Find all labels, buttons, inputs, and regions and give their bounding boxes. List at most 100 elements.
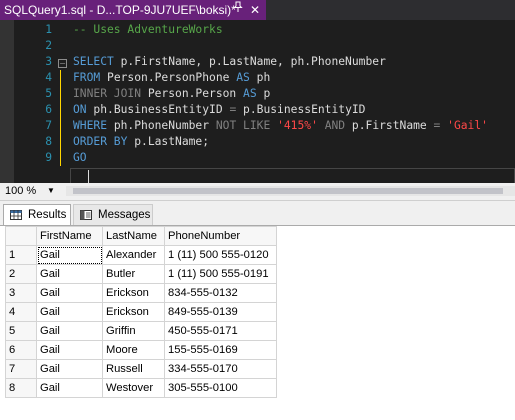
current-line-highlight (70, 168, 515, 184)
tab-messages-label: Messages (98, 209, 151, 221)
code-line[interactable]: 2 (0, 38, 515, 54)
cell-firstname[interactable]: Gail (36, 378, 103, 398)
cell-lastname[interactable]: Alexander (102, 245, 165, 265)
cell-lastname[interactable]: Russell (102, 359, 165, 379)
row-number[interactable]: 4 (5, 302, 37, 322)
cell-firstname[interactable]: Gail (36, 359, 103, 379)
line-number: 6 (45, 103, 52, 116)
code-line[interactable]: 5 INNER JOIN Person.Person AS p (0, 86, 515, 102)
query-document-tab[interactable]: SQLQuery1.sql - D...TOP-9JU7UEF\boksi)* … (0, 0, 266, 20)
column-header-firstname[interactable]: FirstName (36, 226, 103, 246)
cell-phonenumber[interactable]: 155-555-0169 (164, 340, 277, 360)
column-header-phonenumber[interactable]: PhoneNumber (164, 226, 277, 246)
zoom-dropdown[interactable]: 100 % ▼ (3, 184, 61, 198)
cell-lastname[interactable]: Erickson (102, 283, 165, 303)
table-row[interactable]: 8 Gail Westover 305-555-0100 (5, 378, 277, 398)
code-token: p.FirstName (345, 119, 434, 132)
document-tab-bar: SQLQuery1.sql - D...TOP-9JU7UEF\boksi)* … (0, 0, 515, 20)
indent-guide (60, 134, 61, 150)
code-token: ph.PhoneNumber (107, 119, 216, 132)
line-number: 2 (45, 39, 52, 52)
row-number[interactable]: 2 (5, 264, 37, 284)
indent-guide (60, 150, 61, 166)
code-line[interactable]: 6 ON ph.BusinessEntityID = p.BusinessEnti… (0, 102, 515, 118)
cell-firstname[interactable]: Gail (36, 321, 103, 341)
cell-phonenumber[interactable]: 450-555-0171 (164, 321, 277, 341)
code-token: AS (236, 71, 250, 84)
code-text: GO (73, 150, 87, 166)
line-number: 3 (45, 55, 52, 68)
line-number: 9 (45, 151, 52, 164)
row-number[interactable]: 5 (5, 321, 37, 341)
code-token: p.LastName; (127, 135, 210, 148)
tab-messages[interactable]: Messages (73, 204, 153, 225)
cell-phonenumber[interactable]: 1 (11) 500 555-0191 (164, 264, 277, 284)
cell-firstname[interactable]: Gail (36, 302, 103, 322)
code-text: -- Uses AdventureWorks (73, 22, 223, 38)
results-tab-strip: Results Messages (0, 201, 515, 226)
cell-firstname[interactable]: Gail (36, 264, 103, 284)
pin-icon[interactable] (231, 0, 245, 20)
code-token: AS (243, 87, 257, 100)
code-line[interactable]: 9 GO (0, 150, 515, 166)
cell-lastname[interactable]: Westover (102, 378, 165, 398)
editor-status-strip: 100 % ▼ (0, 183, 515, 201)
cell-lastname[interactable]: Moore (102, 340, 165, 360)
cell-firstname[interactable]: Gail (36, 245, 103, 265)
row-number[interactable]: 6 (5, 340, 37, 360)
table-row[interactable]: 5 Gail Griffin 450-555-0171 (5, 321, 277, 341)
code-text: SELECT p.FirstName, p.LastName, ph.Phone… (73, 54, 386, 70)
code-token: ON (73, 103, 87, 116)
cell-phonenumber[interactable]: 834-555-0132 (164, 283, 277, 303)
line-number: 1 (45, 23, 52, 36)
code-token: FROM (73, 71, 101, 84)
table-row[interactable]: 2 Gail Butler 1 (11) 500 555-0191 (5, 264, 277, 284)
code-line[interactable]: 4 FROM Person.PersonPhone AS ph (0, 70, 515, 86)
code-token: Person.Person (141, 87, 244, 100)
row-number[interactable]: 1 (5, 245, 37, 265)
code-token: GO (73, 151, 87, 164)
table-row[interactable]: 4 Gail Erickson 849-555-0139 (5, 302, 277, 322)
code-token: SELECT (73, 55, 114, 68)
code-text: INNER JOIN Person.Person AS p (73, 86, 270, 102)
table-row[interactable]: 7 Gail Russell 334-555-0170 (5, 359, 277, 379)
cell-phonenumber[interactable]: 849-555-0139 (164, 302, 277, 322)
cell-lastname[interactable]: Griffin (102, 321, 165, 341)
scrollbar-thumb[interactable] (73, 188, 503, 194)
line-number: 5 (45, 87, 52, 100)
code-line[interactable]: 3 SELECT p.FirstName, p.LastName, ph.Phon… (0, 54, 515, 70)
tab-results[interactable]: Results (3, 204, 71, 225)
indent-guide (60, 86, 61, 102)
table-row[interactable]: 6 Gail Moore 155-555-0169 (5, 340, 277, 360)
results-grid[interactable]: FirstName LastName PhoneNumber 1 Gail Alex… (0, 226, 515, 420)
row-number-header[interactable] (5, 226, 37, 246)
code-line[interactable]: 8 ORDER BY p.LastName; (0, 134, 515, 150)
table-row[interactable]: 3 Gail Erickson 834-555-0132 (5, 283, 277, 303)
code-line[interactable]: 1 -- Uses AdventureWorks (0, 22, 515, 38)
cell-firstname[interactable]: Gail (36, 340, 103, 360)
sql-editor[interactable]: 1 -- Uses AdventureWorks 2 3 SELECT p.FirstN… (0, 20, 515, 184)
indent-guide (60, 102, 61, 118)
cell-lastname[interactable]: Erickson (102, 302, 165, 322)
code-text: FROM Person.PersonPhone AS ph (73, 70, 270, 86)
column-header-lastname[interactable]: LastName (102, 226, 165, 246)
cell-lastname[interactable]: Butler (102, 264, 165, 284)
cell-phonenumber[interactable]: 334-555-0170 (164, 359, 277, 379)
code-token: ORDER BY (73, 135, 128, 148)
code-text: ON ph.BusinessEntityID = p.BusinessEntit… (73, 102, 365, 118)
horizontal-scrollbar[interactable] (66, 186, 515, 196)
code-line[interactable]: 7 WHERE ph.PhoneNumber NOT LIKE '415%' AN… (0, 118, 515, 134)
code-token: WHERE (73, 119, 108, 132)
cell-firstname[interactable]: Gail (36, 283, 103, 303)
row-number[interactable]: 8 (5, 378, 37, 398)
close-icon[interactable]: ✕ (248, 0, 262, 20)
cell-phonenumber[interactable]: 305-555-0100 (164, 378, 277, 398)
line-number: 8 (45, 135, 52, 148)
collapse-toggle-icon[interactable]: − (58, 59, 67, 68)
cell-phonenumber[interactable]: 1 (11) 500 555-0120 (164, 245, 277, 265)
code-token: AND (324, 119, 346, 132)
row-number[interactable]: 7 (5, 359, 37, 379)
table-row[interactable]: 1 Gail Alexander 1 (11) 500 555-0120 (5, 245, 277, 265)
row-number[interactable]: 3 (5, 283, 37, 303)
code-token: Person.PersonPhone (100, 71, 237, 84)
